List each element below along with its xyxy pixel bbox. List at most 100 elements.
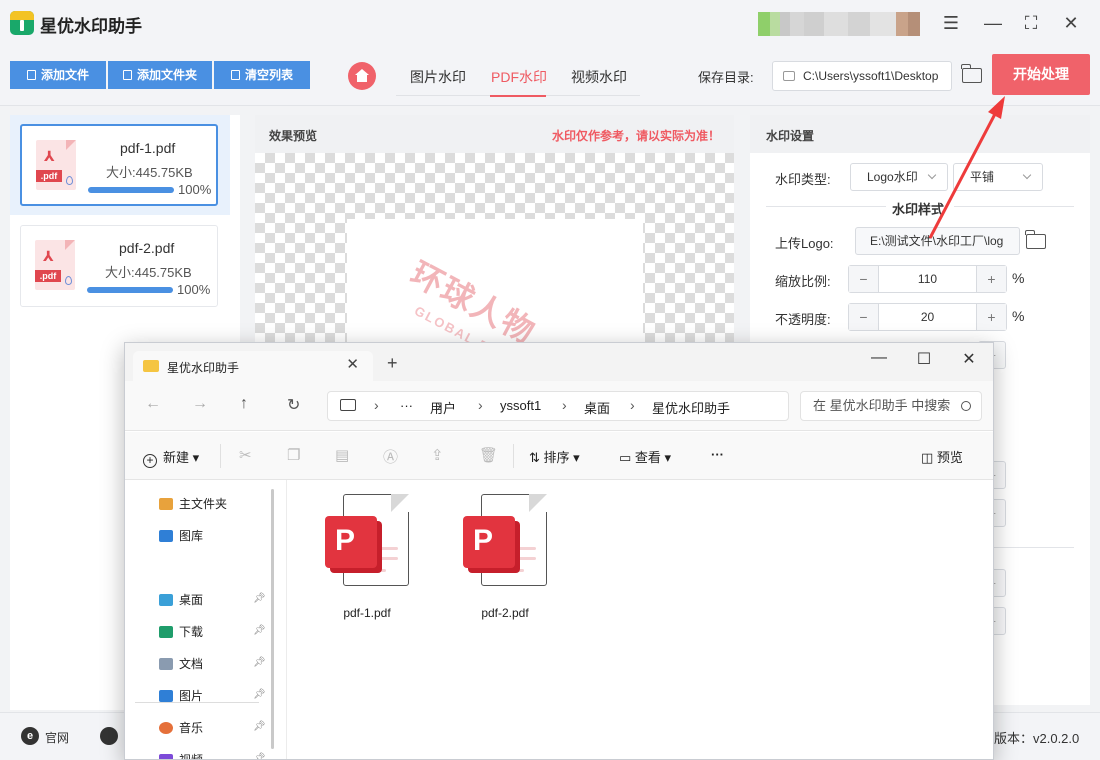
explorer-maximize-button[interactable]: ☐ <box>911 349 937 369</box>
breadcrumb-users[interactable]: 用户 <box>430 398 456 417</box>
explorer-close-button[interactable]: ✕ <box>956 349 982 369</box>
delete-icon[interactable]: 🗑︎ <box>479 446 498 464</box>
opacity-decrement-button[interactable]: − <box>849 304 879 330</box>
preview-pane-button[interactable]: ◫ 预览 <box>921 447 963 466</box>
user-avatar[interactable] <box>758 12 920 36</box>
tab-image-watermark[interactable]: 图片水印 <box>410 67 466 87</box>
add-file-button[interactable]: 添加文件 <box>10 61 106 89</box>
progress-bar <box>88 187 174 193</box>
desktop-icon <box>159 594 173 606</box>
pdf-logo: P <box>463 516 515 568</box>
opacity-increment-button[interactable]: + <box>976 304 1006 330</box>
toolbar: 添加文件 添加文件夹 清空列表 图片水印 PDF水印 视频水印 保存目录: C:… <box>0 46 1100 106</box>
up-arrow-icon[interactable]: ↑ <box>240 395 248 413</box>
layout-select[interactable]: 平铺 <box>953 163 1043 191</box>
browse-folder-icon[interactable] <box>961 64 982 83</box>
plus-icon: + <box>143 454 157 468</box>
start-processing-button[interactable]: 开始处理 <box>992 54 1090 95</box>
chat-icon[interactable] <box>100 727 118 745</box>
file-size: 大小:445.75KB <box>106 165 193 180</box>
new-label: 新建 <box>163 450 190 465</box>
breadcrumb-desktop[interactable]: 桌面 <box>584 398 610 417</box>
close-button[interactable]: ✕ <box>1058 10 1084 36</box>
view-button[interactable]: ▭ 查看 ▾ <box>619 447 671 466</box>
sidebar-item-videos[interactable]: 视频 <box>159 751 203 759</box>
browse-logo-icon[interactable] <box>1025 230 1046 249</box>
new-button[interactable]: + 新建 ▾ <box>143 447 199 468</box>
file-explorer-window: 星优水印助手 ✕ + — ☐ ✕ ← → ↑ ↻ › ··· › 用户 › ys… <box>124 342 994 760</box>
close-tab-icon[interactable]: ✕ <box>346 355 359 373</box>
sort-button[interactable]: ⇅ 排序 ▾ <box>529 447 580 466</box>
sidebar-label: 主文件夹 <box>179 497 228 511</box>
share-icon[interactable]: ⇪ <box>431 446 444 464</box>
sidebar-item-gallery[interactable]: 图库 <box>159 527 203 544</box>
folder-icon <box>122 70 132 80</box>
layout-value: 平铺 <box>970 170 995 184</box>
sidebar-item-desktop[interactable]: 桌面 <box>159 591 203 608</box>
scale-increment-button[interactable]: + <box>976 266 1006 292</box>
opacity-unit: % <box>1012 308 1025 324</box>
watermark-type-select[interactable]: Logo水印 <box>850 163 948 191</box>
maximize-button[interactable]: ⛶ <box>1018 10 1044 36</box>
paste-icon[interactable]: ▤ <box>335 446 349 464</box>
add-folder-button[interactable]: 添加文件夹 <box>108 61 212 89</box>
pin-icon: 📌︎ <box>253 625 266 636</box>
settings-icon[interactable]: ☰ <box>938 10 964 36</box>
tab-video-watermark[interactable]: 视频水印 <box>571 67 627 87</box>
clear-list-button[interactable]: 清空列表 <box>214 61 310 89</box>
file-tile-pdf-1[interactable]: P pdf-1.pdf <box>317 494 417 624</box>
new-tab-button[interactable]: + <box>387 353 398 374</box>
scale-label: 缩放比例: <box>775 274 831 289</box>
watermark-type-value: Logo水印 <box>867 170 918 184</box>
address-bar[interactable]: › ··· › 用户 › yssoft1 › 桌面 › 星优水印助手 <box>327 391 789 421</box>
pin-icon: 📌︎ <box>253 689 266 700</box>
more-options-button[interactable]: ··· <box>711 447 724 462</box>
file-name: pdf-2.pdf <box>481 606 529 620</box>
music-icon <box>159 722 173 734</box>
file-size: 大小:445.75KB <box>105 265 192 280</box>
app-title: 星优水印助手 <box>40 17 142 36</box>
clear-list-label: 清空列表 <box>244 68 293 82</box>
file-item-pdf-2[interactable]: ⅄ .pdf pdf-2.pdf 大小:445.75KB 100% <box>20 225 218 307</box>
home-button[interactable] <box>348 62 376 90</box>
back-arrow-icon[interactable]: ← <box>145 395 161 413</box>
explorer-minimize-button[interactable]: — <box>866 349 892 367</box>
search-input[interactable]: 在 星优水印助手 中搜索 <box>800 391 982 421</box>
explorer-tab[interactable]: 星优水印助手 ✕ <box>133 351 373 381</box>
sidebar-item-documents[interactable]: 文档 <box>159 655 203 672</box>
breadcrumb-app-folder[interactable]: 星优水印助手 <box>652 398 730 417</box>
upload-logo-input[interactable]: E:\测试文件\水印工厂\log <box>855 227 1020 255</box>
copy-icon[interactable]: ❐ <box>287 446 300 464</box>
pdf-icon: ⅄ .pdf <box>36 140 76 190</box>
sidebar-item-pictures[interactable]: 图片 <box>159 687 203 704</box>
cut-icon[interactable]: ✂ <box>239 446 252 464</box>
scale-decrement-button[interactable]: − <box>849 266 879 292</box>
file-tile-pdf-2[interactable]: P pdf-2.pdf <box>455 494 555 624</box>
app-logo-icon <box>10 11 34 35</box>
rename-icon[interactable]: Ⓐ <box>383 446 398 467</box>
folder-outline-icon <box>783 71 795 81</box>
sidebar-label: 图库 <box>179 529 204 543</box>
document-icon <box>159 658 173 670</box>
file-item-pdf-1[interactable]: ⅄ .pdf pdf-1.pdf 大小:445.75KB 100% <box>20 124 218 206</box>
scale-value[interactable]: 110 <box>879 266 976 292</box>
scale-stepper[interactable]: − 110 + <box>848 265 1007 293</box>
file-name: pdf-1.pdf <box>343 606 391 620</box>
refresh-icon[interactable]: ↻ <box>287 395 300 415</box>
minimize-button[interactable]: — <box>980 10 1006 36</box>
save-dir-input[interactable]: C:\Users\yssoft1\Desktop <box>772 61 952 91</box>
sidebar-item-home[interactable]: 主文件夹 <box>159 495 227 512</box>
opacity-stepper[interactable]: − 20 + <box>848 303 1007 331</box>
website-icon[interactable]: e <box>21 727 39 745</box>
sidebar-scrollbar[interactable] <box>271 489 274 749</box>
sidebar-item-music[interactable]: 音乐 <box>159 719 203 736</box>
tab-pdf-watermark[interactable]: PDF水印 <box>491 67 547 87</box>
forward-arrow-icon[interactable]: → <box>192 395 208 413</box>
breadcrumb-yssoft1[interactable]: yssoft1 <box>500 398 541 413</box>
chevron-down-icon <box>927 170 937 180</box>
sidebar-item-downloads[interactable]: 下载 <box>159 623 203 640</box>
website-link[interactable]: 官网 <box>45 729 69 746</box>
search-icon <box>961 401 971 411</box>
opacity-value[interactable]: 20 <box>879 304 976 330</box>
breadcrumb-more[interactable]: ··· <box>400 398 413 413</box>
